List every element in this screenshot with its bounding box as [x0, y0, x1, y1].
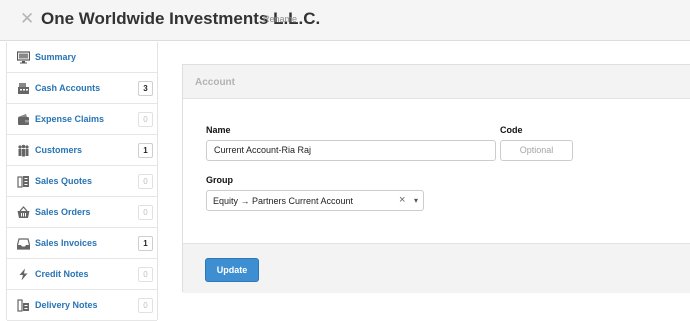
count-badge: 1 [138, 236, 153, 251]
count-badge: 0 [138, 174, 153, 189]
sidebar-item-cash-accounts[interactable]: Cash Accounts 3 [7, 73, 157, 104]
close-icon[interactable]: ✕ [20, 10, 34, 27]
group-select[interactable]: Equity → Partners Current Account × ▾ [206, 190, 424, 211]
panel-footer: Update [183, 243, 690, 293]
count-badge: 0 [138, 112, 153, 127]
delivery-notes-icon [17, 299, 29, 312]
sidebar-item-delivery-notes[interactable]: Delivery Notes 0 [7, 290, 157, 321]
sidebar-item-sales-orders[interactable]: Sales Orders 0 [7, 197, 157, 228]
panel-header: Account [183, 65, 690, 99]
panel-title: Account [195, 77, 235, 88]
account-form-panel: Account Name Current Account-Ria Raj Cod… [182, 64, 690, 293]
sidebar-item-label: Expense Claims [35, 114, 105, 124]
clear-icon[interactable]: × [399, 194, 405, 207]
sidebar-item-label: Customers [35, 145, 83, 155]
chevron-down-icon[interactable]: ▾ [414, 196, 418, 205]
count-badge: 1 [138, 143, 153, 158]
cash-register-icon [18, 83, 29, 94]
sidebar-item-sales-quotes[interactable]: Sales Quotes 0 [7, 166, 157, 197]
basket-icon [17, 206, 30, 218]
group-select-value: Equity → Partners Current Account [213, 196, 354, 206]
page-header: ✕ One Worldwide Investments L.L.C. Renam… [0, 0, 690, 41]
sidebar-item-label: Delivery Notes [35, 300, 98, 310]
sidebar-item-sales-invoices[interactable]: Sales Invoices 1 [7, 228, 157, 259]
count-badge: 0 [138, 298, 153, 313]
wallet-icon [18, 114, 29, 125]
lightning-icon [19, 268, 28, 281]
sidebar-item-label: Cash Accounts [35, 83, 101, 93]
sales-quotes-icon [17, 176, 29, 188]
update-button[interactable]: Update [205, 258, 259, 282]
customers-icon [18, 144, 29, 157]
count-badge: 3 [138, 81, 153, 96]
sidebar-item-credit-notes[interactable]: Credit Notes 0 [7, 259, 157, 290]
sidebar-item-label: Sales Orders [35, 207, 91, 217]
sidebar-item-label: Sales Invoices [35, 238, 98, 248]
rename-link[interactable]: Rename [263, 14, 297, 24]
sidebar-item-expense-claims[interactable]: Expense Claims 0 [7, 104, 157, 135]
sidebar: Summary Cash Accounts 3 Expense Claims 0… [6, 42, 158, 321]
name-label: Name [206, 125, 231, 135]
name-field[interactable]: Current Account-Ria Raj [206, 140, 496, 161]
group-label: Group [206, 175, 233, 185]
inbox-icon [17, 238, 30, 250]
code-field[interactable]: Optional [500, 140, 573, 161]
sidebar-item-summary[interactable]: Summary [7, 42, 157, 73]
monitor-icon [17, 51, 30, 64]
sidebar-item-label: Sales Quotes [35, 176, 93, 186]
sidebar-item-customers[interactable]: Customers 1 [7, 135, 157, 166]
sidebar-item-label: Summary [35, 52, 77, 62]
code-label: Code [500, 125, 523, 135]
count-badge: 0 [138, 205, 153, 220]
count-badge: 0 [138, 267, 153, 282]
sidebar-item-label: Credit Notes [35, 269, 89, 279]
